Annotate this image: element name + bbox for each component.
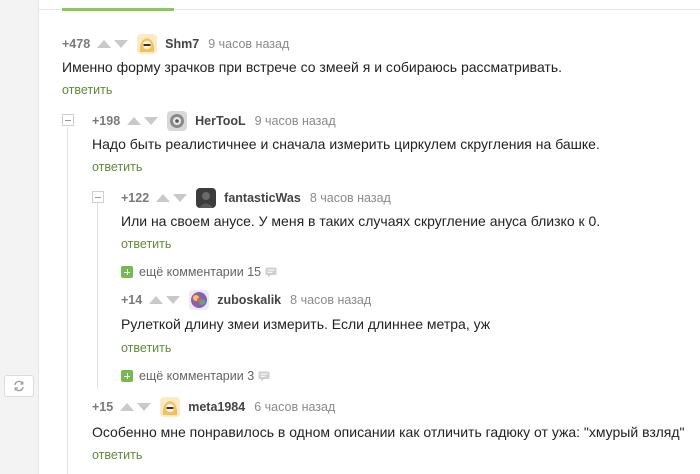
comment-bubble-icon: [258, 371, 270, 381]
comment-text: Именно форму зрачков при встрече со змее…: [62, 59, 563, 75]
comment-text: Надо быть реалистичнее и сначала измерит…: [92, 136, 600, 152]
refresh-icon: [14, 380, 24, 392]
ornament-avatar: [167, 111, 188, 131]
comment-time[interactable]: 8 часов назад: [290, 293, 371, 307]
vote-up-icon[interactable]: [149, 296, 164, 304]
expand-icon: [121, 370, 133, 382]
comment-meta: +14 zuboskalik 8 часов назад: [121, 289, 371, 311]
avatar[interactable]: [189, 290, 210, 310]
refresh-button[interactable]: [4, 375, 34, 397]
comment-rating: +15: [92, 400, 114, 414]
more-comments-button[interactable]: ещё комментарии 15: [121, 265, 277, 279]
collapse-icon[interactable]: [62, 114, 74, 126]
colorful-avatar: [189, 290, 210, 310]
blonde-avatar: [137, 34, 158, 54]
comment-username[interactable]: meta1984: [188, 400, 245, 414]
comment-meta: +198 HerTooL 9 часов назад: [92, 110, 336, 132]
comment-time[interactable]: 8 часов назад: [310, 191, 391, 205]
comment-rating: +14: [121, 293, 143, 307]
comment-bubble-icon: [265, 267, 277, 277]
vote-down-icon[interactable]: [166, 296, 181, 304]
reply-link[interactable]: ответить: [92, 448, 142, 462]
comment-time[interactable]: 9 часов назад: [208, 37, 289, 51]
comment-meta: +122 fantasticWas 8 часов назад: [121, 187, 391, 209]
comment-username[interactable]: Shm7: [165, 37, 199, 51]
more-comments-button[interactable]: ещё комментарии 3: [121, 369, 270, 383]
comment-time[interactable]: 9 часов назад: [255, 114, 336, 128]
avatar[interactable]: [137, 34, 158, 54]
comment-time[interactable]: 6 часов назад: [254, 400, 335, 414]
comment-username[interactable]: HerTooL: [195, 114, 245, 128]
vote-up-icon[interactable]: [120, 403, 135, 411]
avatar[interactable]: [167, 111, 188, 131]
vote-down-icon[interactable]: [114, 40, 129, 48]
reply-link[interactable]: ответить: [121, 237, 171, 251]
comment-rating: +122: [121, 191, 150, 205]
vote-up-icon[interactable]: [156, 194, 171, 202]
vote-down-icon[interactable]: [144, 117, 159, 125]
thread-line: [67, 127, 68, 474]
dark-photo-avatar: [196, 188, 217, 208]
comment-rating: +198: [92, 114, 121, 128]
collapse-icon[interactable]: [92, 191, 104, 203]
vote-up-icon[interactable]: [127, 117, 142, 125]
avatar[interactable]: [160, 397, 181, 417]
vote-down-icon[interactable]: [173, 194, 188, 202]
reply-link[interactable]: ответить: [121, 341, 171, 355]
comment-text: Особенно мне понравилось в одном описани…: [92, 424, 685, 440]
comment-username[interactable]: zuboskalik: [217, 293, 281, 307]
comment-meta: +478 Shm7 9 часов назад: [62, 33, 289, 55]
active-tab-indicator: [62, 8, 174, 11]
reply-link[interactable]: ответить: [92, 160, 142, 174]
more-comments-label: ещё комментарии 3: [139, 369, 255, 383]
vote-up-icon[interactable]: [97, 40, 112, 48]
comment-rating: +478: [62, 37, 91, 51]
avatar[interactable]: [196, 188, 217, 208]
comment-text: Или на своем анусе. У меня в таких случа…: [121, 213, 601, 229]
vote-down-icon[interactable]: [137, 403, 152, 411]
thread-line: [97, 203, 98, 389]
comment-username[interactable]: fantasticWas: [224, 191, 301, 205]
more-comments-label: ещё комментарии 15: [139, 265, 262, 279]
comment-text: Рулеткой длину змеи измерить. Если длинн…: [121, 316, 491, 332]
blonde-avatar: [160, 397, 181, 417]
left-sidebar: [0, 0, 39, 474]
expand-icon: [121, 266, 133, 278]
reply-link[interactable]: ответить: [62, 83, 112, 97]
comment-meta: +15 meta1984 6 часов назад: [92, 396, 335, 418]
